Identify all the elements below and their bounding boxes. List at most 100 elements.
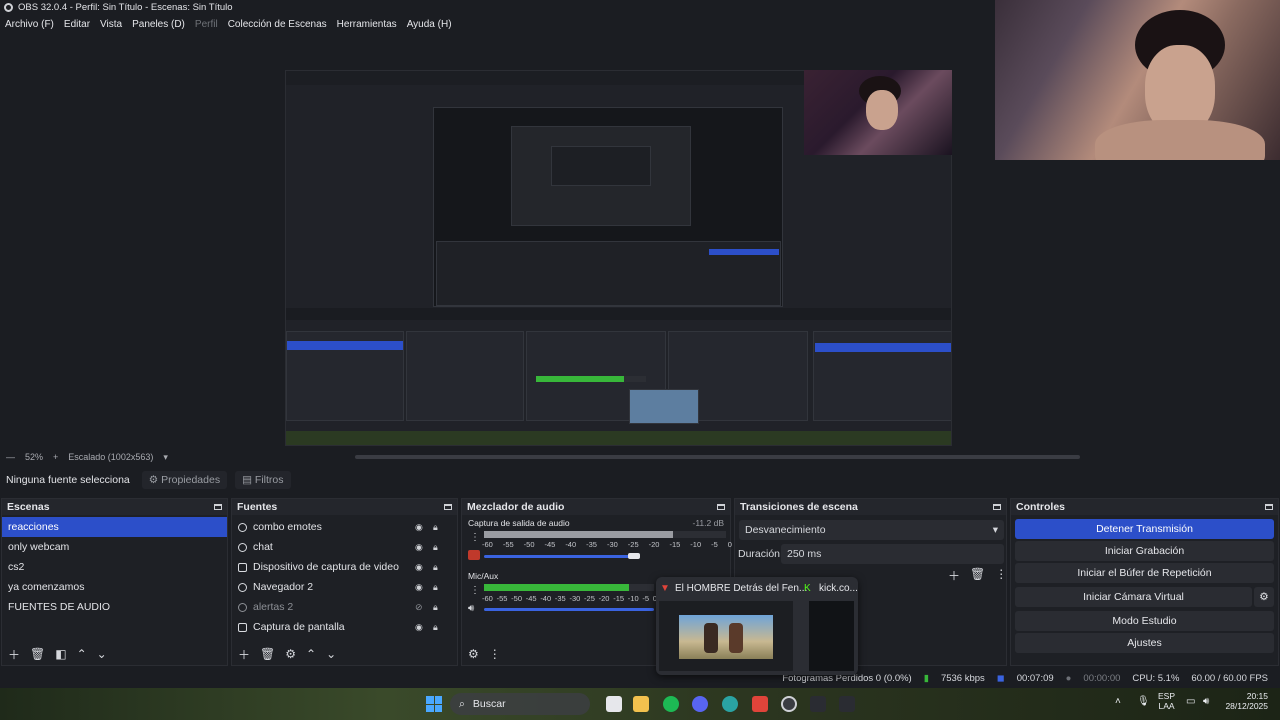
studio-mode-button[interactable]: Modo Estudio [1015, 611, 1274, 631]
eye-icon[interactable]: ◉ [415, 542, 423, 553]
kebab-menu-icon[interactable]: ⋮ [995, 567, 1007, 584]
epic-games-icon[interactable] [839, 696, 855, 712]
eye-icon[interactable]: ◉ [415, 582, 423, 593]
stop-streaming-button[interactable]: Detener Transmisión [1015, 519, 1274, 539]
fps: 60.00 / 60.00 FPS [1191, 672, 1268, 684]
filters-button[interactable]: ▤ Filtros [235, 471, 291, 489]
source-item-navegador-2[interactable]: Navegador 2 ◉ 🔒︎ [232, 577, 457, 597]
properties-button[interactable]: ⚙ Propiedades [141, 471, 228, 489]
undock-icon[interactable] [993, 504, 1001, 510]
lock-icon[interactable]: 🔒︎ [433, 622, 438, 633]
source-item-chat[interactable]: chat ◉ 🔒︎ [232, 537, 457, 557]
controls-title-bar: Controles [1011, 499, 1278, 515]
chevron-down-icon[interactable]: ▾ [163, 452, 168, 463]
settings-button[interactable]: Ajustes [1015, 633, 1274, 653]
scene-item-fuentes-de-audio[interactable]: FUENTES DE AUDIO [2, 597, 227, 617]
undock-icon[interactable] [214, 504, 222, 510]
volume-slider[interactable] [484, 555, 634, 558]
meter-scale-tick: -45 [544, 540, 556, 549]
transitions-title-bar: Transiciones de escena [735, 499, 1006, 515]
kebab-menu-icon[interactable]: ⋮ [470, 585, 480, 596]
undock-icon[interactable] [1265, 504, 1273, 510]
menu-vista[interactable]: Vista [100, 19, 122, 30]
source-item-captura-pantalla[interactable]: Captura de pantalla ◉ 🔒︎ [232, 617, 457, 637]
file-explorer-icon[interactable] [633, 696, 649, 712]
eye-icon[interactable]: ◉ [415, 562, 423, 573]
clock[interactable]: 20:15 28/12/2025 [1222, 691, 1268, 711]
volume-slider[interactable] [484, 608, 654, 611]
chevron-up-icon[interactable]: ˄ [1115, 697, 1121, 707]
obs-icon[interactable] [781, 696, 797, 712]
meter-scale-tick: -20 [598, 594, 610, 603]
monitor-icon [238, 622, 247, 632]
preview-scrollbar[interactable] [355, 455, 1080, 459]
kebab-menu-icon[interactable]: ⋮ [470, 532, 480, 543]
source-item-alertas-2[interactable]: alertas 2 ⊘ 🔒︎ [232, 597, 457, 617]
discord-icon[interactable] [692, 696, 708, 712]
app-icon[interactable] [722, 696, 738, 712]
source-item-capture-device[interactable]: Dispositivo de captura de video ◉ 🔒︎ [232, 557, 457, 577]
mic-icon[interactable]: 🎙︎ [1137, 697, 1150, 707]
gear-icon[interactable]: ⚙ [285, 647, 296, 661]
mixer-title-bar: Mezclador de audio [462, 499, 730, 515]
chevron-down-icon[interactable]: ⌄ [97, 647, 107, 661]
gear-icon[interactable]: ⚙ [1254, 587, 1274, 607]
lock-icon[interactable]: 🔒︎ [433, 542, 438, 553]
task-view-icon[interactable] [606, 696, 622, 712]
lock-icon[interactable]: 🔒︎ [433, 602, 438, 613]
spotify-icon[interactable] [663, 696, 679, 712]
menu-paneles[interactable]: Paneles (D) [132, 19, 185, 30]
network-icon[interactable]: ▭ [1186, 697, 1195, 707]
scene-item-cs2[interactable]: cs2 [2, 557, 227, 577]
lock-icon[interactable]: 🔒︎ [433, 522, 438, 533]
scene-item-only-webcam[interactable]: only webcam [2, 537, 227, 557]
menu-coleccion-escenas[interactable]: Colección de Escenas [228, 19, 327, 30]
eye-hidden-icon[interactable]: ⊘ [415, 602, 423, 613]
trash-icon[interactable]: 🗑 [30, 647, 45, 661]
start-replay-buffer-button[interactable]: Iniciar el Búfer de Repetición [1015, 563, 1274, 583]
trash-icon[interactable]: 🗑 [970, 567, 985, 584]
undock-icon[interactable] [717, 504, 725, 510]
kebab-menu-icon[interactable]: ⋮ [489, 647, 501, 661]
mute-icon[interactable] [468, 550, 480, 560]
eye-icon[interactable]: ◉ [415, 622, 423, 633]
start-virtual-camera-button[interactable]: Iniciar Cámara Virtual [1015, 587, 1252, 607]
lock-icon[interactable]: 🔒︎ [433, 562, 438, 573]
eye-icon[interactable]: ◉ [415, 522, 423, 533]
menu-ayuda[interactable]: Ayuda (H) [407, 19, 452, 30]
scene-item-ya-comenzamos[interactable]: ya comenzamos [2, 577, 227, 597]
speaker-icon[interactable]: 🔊︎ [1203, 697, 1209, 707]
zoom-in-button[interactable]: + [53, 452, 58, 462]
brave-icon[interactable] [752, 696, 768, 712]
chevron-up-icon[interactable]: ⌃ [306, 647, 316, 661]
menu-perfil[interactable]: Perfil [195, 19, 218, 30]
menu-archivo[interactable]: Archivo (F) [5, 19, 54, 30]
zoom-out-button[interactable]: — [6, 452, 15, 462]
menu-editar[interactable]: Editar [64, 19, 90, 30]
volume-knob[interactable] [628, 553, 640, 559]
duration-input[interactable]: 250 ms [781, 544, 1004, 564]
app-icon[interactable] [810, 696, 826, 712]
chevron-up-icon[interactable]: ⌃ [77, 647, 87, 661]
start-recording-button[interactable]: Iniciar Grabación [1015, 541, 1274, 561]
language-indicator[interactable]: ESP LAA [1158, 691, 1175, 711]
taskbar-search[interactable]: ⌕ Buscar [450, 693, 590, 715]
transition-select[interactable]: Desvanecimiento ▾ [739, 520, 1004, 540]
menu-herramientas[interactable]: Herramientas [337, 19, 397, 30]
chevron-down-icon[interactable]: ⌄ [326, 647, 336, 661]
scale-mode-select[interactable]: Escalado (1002x563) [68, 452, 153, 462]
speaker-icon[interactable]: 🔊︎ [468, 603, 474, 614]
add-source-icon[interactable]: ＋ [238, 646, 250, 663]
trash-icon[interactable]: 🗑 [260, 647, 275, 661]
filter-icon[interactable]: ◧ [55, 647, 66, 661]
undock-icon[interactable] [444, 504, 452, 510]
taskbar-thumbnail-popup[interactable]: ▼ El HOMBRE Detrás del Fen... K kick.co.… [656, 577, 858, 675]
add-transition-icon[interactable]: ＋ [948, 567, 960, 584]
gear-icon[interactable]: ⚙ [468, 647, 479, 661]
meter-scale-tick: -35 [586, 540, 597, 549]
add-scene-icon[interactable]: ＋ [8, 646, 20, 663]
scene-item-reacciones[interactable]: reacciones [2, 517, 227, 537]
lock-icon[interactable]: 🔒︎ [433, 582, 438, 593]
source-item-combo-emotes[interactable]: combo emotes ◉ 🔒︎ [232, 517, 457, 537]
windows-start-icon[interactable] [426, 696, 442, 712]
